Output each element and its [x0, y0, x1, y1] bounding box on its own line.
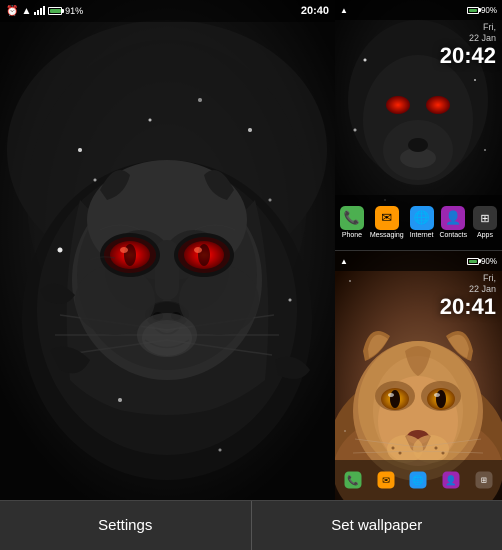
left-preview-panel: ⏰ ▲ 91% 20:40: [0, 0, 335, 500]
bottom-dock-msg-icon: ✉: [377, 472, 394, 489]
bottom-dock-contacts-icon: 👤: [443, 472, 460, 489]
top-phone-status-left: ▲: [340, 6, 348, 15]
main-container: ⏰ ▲ 91% 20:40: [0, 0, 502, 500]
bottom-phone-clock-area: Fri, 22 Jan 20:41: [440, 273, 496, 319]
top-phone-status-icon: ▲: [340, 6, 348, 15]
top-phone-date-line1: Fri,: [440, 22, 496, 33]
dock-contacts-label: Contacts: [439, 232, 467, 239]
alarm-icon: ⏰: [6, 6, 18, 17]
bottom-dock-phone-icon: 📞: [345, 472, 362, 489]
bottom-dock-internet: 🌐: [410, 472, 427, 489]
bottom-phone-status-right: 90%: [467, 257, 497, 266]
settings-button[interactable]: Settings: [0, 501, 252, 550]
wifi-icon: ▲: [21, 6, 31, 17]
top-phone-battery-icon: [467, 6, 479, 15]
bottom-phone-status-bar: ▲ 90%: [335, 251, 502, 271]
dock-apps: ⊞ Apps: [473, 206, 497, 239]
bottom-dock-apps: ⊞: [475, 472, 492, 489]
dock-phone-icon: 📞: [340, 206, 364, 230]
battery-left: 91%: [48, 6, 83, 17]
top-phone-clock-area: Fri, 22 Jan 20:42: [440, 22, 496, 68]
left-status-bar: ⏰ ▲ 91% 20:40: [0, 0, 335, 22]
bottom-phone-status-icon: ▲: [340, 257, 348, 266]
top-phone-status-bar: ▲ 90%: [335, 0, 502, 20]
dock-messaging-label: Messaging: [370, 232, 404, 239]
dock-internet: 🌐 Internet: [410, 206, 434, 239]
top-phone-time: 20:42: [440, 44, 496, 68]
left-wallpaper-image: [0, 0, 335, 500]
top-phone-status-right: 90%: [467, 6, 497, 15]
dock-phone-label: Phone: [342, 232, 362, 239]
bottom-dock-apps-icon: ⊞: [475, 472, 492, 489]
bottom-phone-battery-icon: [467, 257, 479, 266]
bottom-dock-internet-icon: 🌐: [410, 472, 427, 489]
bottom-bar: Settings Set wallpaper: [0, 500, 502, 550]
dock-phone: 📞 Phone: [340, 206, 364, 239]
dark-lion-svg: [0, 0, 335, 500]
bottom-phone-status-left: ▲: [340, 257, 348, 266]
top-phone-dock: 📞 Phone ✉ Messaging 🌐 Internet 👤 Contact…: [335, 195, 502, 250]
left-status-icons: ⏰ ▲ 91%: [6, 5, 83, 18]
bottom-dock-phone: 📞: [345, 472, 362, 489]
dock-internet-icon: 🌐: [410, 206, 434, 230]
top-phone-preview[interactable]: ▲ 90%: [335, 0, 502, 250]
bottom-phone-preview[interactable]: ▲ 90%: [335, 250, 502, 500]
left-status-time: 20:40: [301, 5, 329, 17]
bottom-dock-msg: ✉: [377, 472, 394, 489]
dock-internet-label: Internet: [410, 232, 434, 239]
bottom-phone-time: 20:41: [440, 295, 496, 319]
set-wallpaper-button[interactable]: Set wallpaper: [252, 501, 502, 550]
bottom-phone-date-line2: 22 Jan: [440, 284, 496, 295]
dock-contacts: 👤 Contacts: [439, 206, 467, 239]
dock-messaging: ✉ Messaging: [370, 206, 404, 239]
bottom-phone-battery-text: 90%: [481, 257, 497, 266]
bottom-phone-date-line1: Fri,: [440, 273, 496, 284]
top-phone-date-line2: 22 Jan: [440, 33, 496, 44]
top-phone-battery-text: 90%: [481, 6, 497, 15]
dock-messaging-icon: ✉: [375, 206, 399, 230]
dock-apps-icon: ⊞: [473, 206, 497, 230]
signal-icon: [34, 5, 45, 18]
bottom-dock-contacts: 👤: [443, 472, 460, 489]
right-panel: ▲ 90%: [335, 0, 502, 500]
bottom-phone-dock: 📞 ✉ 🌐 👤 ⊞: [335, 460, 502, 500]
dock-contacts-icon: 👤: [441, 206, 465, 230]
dock-apps-label: Apps: [477, 232, 493, 239]
